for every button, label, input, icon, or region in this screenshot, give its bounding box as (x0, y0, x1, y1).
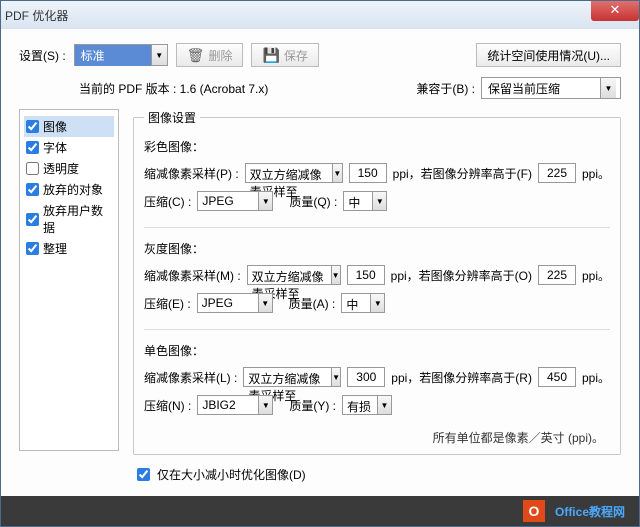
gray-ppi1-input[interactable] (347, 265, 385, 285)
preset-dropdown[interactable]: 标准 ▼ (74, 44, 168, 66)
save-button[interactable]: 💾 保存 (251, 43, 318, 67)
office-icon: O (523, 500, 545, 522)
titlebar[interactable]: PDF 优化器 ✕ (1, 1, 639, 29)
gray-ppi2-input[interactable] (538, 265, 576, 285)
chevron-down-icon: ▼ (258, 294, 272, 312)
chevron-down-icon: ▼ (331, 266, 340, 284)
chevron-down-icon: ▼ (331, 368, 341, 386)
footer-brand: Office教程网 (555, 503, 625, 520)
sidebar-item-discard-userdata[interactable]: 放弃用户数据 (24, 200, 114, 238)
sidebar-item-transparency[interactable]: 透明度 (24, 158, 114, 179)
sidebar-item-cleanup[interactable]: 整理 (24, 238, 114, 259)
gray-quality-dropdown[interactable]: 中▼ (341, 293, 385, 313)
gray-compress-dropdown[interactable]: JPEG▼ (197, 293, 273, 313)
pdf-optimizer-window: PDF 优化器 ✕ 设置(S) : 标准 ▼ 🗑 删除 💾 保存 统计空间使用情… (0, 0, 640, 527)
sidebar-item-images[interactable]: 图像 (24, 116, 114, 137)
pdf-version-label: 当前的 PDF 版本 : 1.6 (Acrobat 7.x) (79, 80, 268, 97)
sidebar-item-discard-objects[interactable]: 放弃的对象 (24, 179, 114, 200)
color-quality-dropdown[interactable]: 中▼ (343, 191, 387, 211)
color-ppi1-input[interactable] (349, 163, 387, 183)
save-icon: 💾 (262, 47, 279, 64)
color-image-group: 彩色图像： 缩减像素采样(P) : 双立方缩减像素采样至▼ ppi，若图像分辨率… (144, 132, 610, 221)
gray-image-group: 灰度图像： 缩减像素采样(M) : 双立方缩减像素采样至▼ ppi，若图像分辨率… (144, 234, 610, 323)
color-downsample-dropdown[interactable]: 双立方缩减像素采样至▼ (245, 163, 343, 183)
chevron-down-icon: ▼ (372, 192, 386, 210)
settings-label: 设置(S) : (19, 47, 66, 64)
chevron-down-icon: ▼ (258, 192, 272, 210)
image-settings-panel: 图像设置 彩色图像： 缩减像素采样(P) : 双立方缩减像素采样至▼ ppi，若… (133, 109, 621, 455)
footer-watermark: O Office教程网 (1, 496, 639, 526)
close-button[interactable]: ✕ (591, 1, 639, 21)
color-compress-dropdown[interactable]: JPEG▼ (197, 191, 273, 211)
chevron-down-icon: ▼ (377, 396, 391, 414)
color-ppi2-input[interactable] (538, 163, 576, 183)
mono-downsample-dropdown[interactable]: 双立方缩减像素采样至▼ (243, 367, 341, 387)
sidebar-item-fonts[interactable]: 字体 (24, 137, 114, 158)
delete-button[interactable]: 🗑 删除 (176, 43, 244, 67)
mono-quality-dropdown[interactable]: 有损▼ (342, 395, 392, 415)
mono-image-group: 单色图像： 缩减像素采样(L) : 双立方缩减像素采样至▼ ppi，若图像分辨率… (144, 336, 610, 425)
chevron-down-icon: ▼ (600, 78, 616, 98)
stats-button[interactable]: 统计空间使用情况(U)... (476, 43, 621, 67)
category-sidebar: 图像 字体 透明度 放弃的对象 放弃用户数据 整理 (19, 109, 119, 451)
panel-legend: 图像设置 (144, 109, 200, 126)
optimize-only-shrink-checkbox[interactable]: 仅在大小减小时优化图像(D) (133, 465, 621, 484)
mono-ppi2-input[interactable] (538, 367, 576, 387)
chevron-down-icon: ▼ (151, 45, 167, 65)
units-note: 所有单位都是像素／英寸 (ppi)。 (144, 425, 610, 448)
compat-label: 兼容于(B) : (416, 80, 475, 97)
gray-downsample-dropdown[interactable]: 双立方缩减像素采样至▼ (247, 265, 341, 285)
window-title: PDF 优化器 (5, 7, 68, 24)
mono-compress-dropdown[interactable]: JBIG2▼ (197, 395, 273, 415)
compat-dropdown[interactable]: 保留当前压缩 ▼ (481, 77, 621, 99)
trash-icon: 🗑 (187, 47, 205, 64)
mono-ppi1-input[interactable] (347, 367, 385, 387)
chevron-down-icon: ▼ (332, 164, 342, 182)
chevron-down-icon: ▼ (370, 294, 384, 312)
chevron-down-icon: ▼ (258, 396, 272, 414)
